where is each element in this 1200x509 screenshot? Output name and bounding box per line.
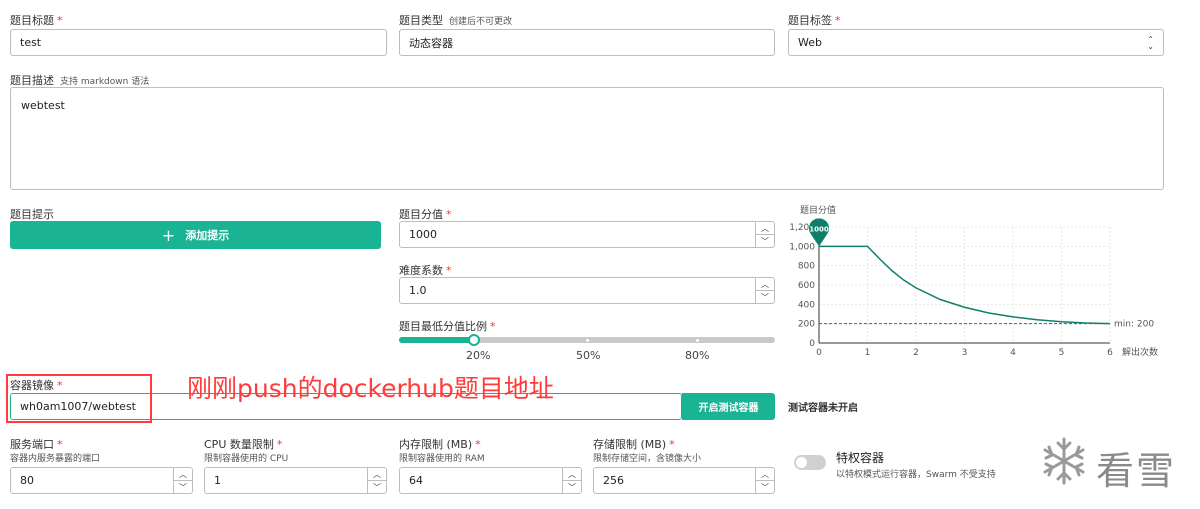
description-label: 题目描述 支持 markdown 语法 bbox=[10, 74, 150, 87]
y-tick-label: 600 bbox=[798, 281, 815, 291]
min-ratio-label: 题目最低分值比例 * bbox=[399, 320, 496, 333]
slider-step-dot bbox=[696, 339, 699, 342]
port-label: 服务端口 * bbox=[10, 438, 63, 451]
x-tick-label: 2 bbox=[913, 348, 919, 358]
slider-tick-label: 20% bbox=[466, 349, 491, 362]
chevron-up-icon[interactable]: ︿ bbox=[756, 222, 774, 235]
plus-icon: + bbox=[161, 225, 176, 245]
memory-label: 内存限制 (MB) * bbox=[399, 438, 481, 451]
add-hint-button[interactable]: + 添加提示 bbox=[10, 221, 381, 249]
start-test-container-button[interactable]: 开启测试容器 bbox=[682, 393, 775, 420]
tag-select[interactable]: Web ⌃ ⌄ bbox=[788, 29, 1164, 56]
port-stepper[interactable]: ︿ ﹀ bbox=[173, 468, 192, 493]
cpu-input[interactable]: 1 ︿ ﹀ bbox=[204, 467, 387, 494]
storage-sublabel: 限制存储空间，含镜像大小 bbox=[593, 454, 702, 464]
privileged-label: 特权容器 bbox=[836, 451, 885, 465]
x-axis-label: 解出次数 bbox=[1122, 346, 1158, 358]
snowflake-icon bbox=[1043, 437, 1085, 485]
difficulty-label: 难度系数 * bbox=[399, 264, 452, 277]
marker-label: 1000 bbox=[809, 225, 829, 233]
x-tick-label: 6 bbox=[1107, 348, 1113, 358]
storage-label: 存储限制 (MB) * bbox=[593, 438, 675, 451]
kanxue-logo bbox=[1036, 433, 1092, 492]
y-tick-label: 200 bbox=[798, 320, 815, 330]
chevron-down-icon[interactable]: ﹀ bbox=[174, 481, 192, 493]
select-arrows-icon: ⌃ ⌄ bbox=[1147, 35, 1154, 51]
memory-input[interactable]: 64 ︿ ﹀ bbox=[399, 467, 582, 494]
port-input[interactable]: 80 ︿ ﹀ bbox=[10, 467, 193, 494]
storage-input[interactable]: 256 ︿ ﹀ bbox=[593, 467, 775, 494]
chevron-down-icon[interactable]: ﹀ bbox=[756, 291, 774, 303]
type-input[interactable]: 动态容器 bbox=[399, 29, 775, 56]
chevron-down-icon[interactable]: ﹀ bbox=[368, 481, 386, 493]
score-input[interactable]: 1000 ︿ ﹀ bbox=[399, 221, 775, 248]
min-line-label: min: 200 bbox=[1114, 320, 1154, 330]
memory-stepper[interactable]: ︿ ﹀ bbox=[562, 468, 581, 493]
storage-stepper[interactable]: ︿ ﹀ bbox=[755, 468, 774, 493]
type-label: 题目类型 创建后不可更改 bbox=[399, 14, 513, 27]
chevron-up-icon[interactable]: ︿ bbox=[756, 468, 774, 481]
title-input[interactable]: test bbox=[10, 29, 387, 56]
chevron-down-icon[interactable]: ﹀ bbox=[563, 481, 581, 493]
memory-sublabel: 限制容器使用的 RAM bbox=[399, 454, 485, 464]
tag-label: 题目标签 * bbox=[788, 14, 841, 27]
cpu-label: CPU 数量限制 * bbox=[204, 438, 283, 451]
x-tick-label: 4 bbox=[1010, 348, 1016, 358]
slider-fill bbox=[399, 337, 475, 343]
chevron-up-icon[interactable]: ︿ bbox=[756, 278, 774, 291]
score-label: 题目分值 * bbox=[399, 208, 452, 221]
x-tick-label: 1 bbox=[865, 348, 871, 358]
annotation-box bbox=[6, 374, 152, 423]
slider-tick-label: 80% bbox=[685, 349, 710, 362]
cpu-stepper[interactable]: ︿ ﹀ bbox=[367, 468, 386, 493]
test-container-status: 测试容器未开启 bbox=[788, 403, 858, 414]
y-tick-label: 0 bbox=[809, 339, 815, 349]
title-label: 题目标题 * bbox=[10, 14, 63, 27]
y-tick-label: 400 bbox=[798, 300, 815, 310]
cpu-sublabel: 限制容器使用的 CPU bbox=[204, 454, 289, 464]
annotation-text: 刚刚push的dockerhub题目地址 bbox=[187, 374, 554, 403]
slider-tick-label: 50% bbox=[576, 349, 601, 362]
chevron-up-icon[interactable]: ︿ bbox=[368, 468, 386, 481]
chevron-down-icon[interactable]: ﹀ bbox=[756, 481, 774, 493]
chevron-down-icon[interactable]: ﹀ bbox=[756, 235, 774, 247]
min-ratio-slider[interactable] bbox=[399, 334, 775, 346]
x-tick-label: 3 bbox=[962, 348, 968, 358]
slider-thumb[interactable] bbox=[468, 334, 481, 346]
difficulty-stepper[interactable]: ︿ ﹀ bbox=[755, 278, 774, 303]
y-tick-label: 1,000 bbox=[789, 242, 815, 252]
chevron-up-icon[interactable]: ︿ bbox=[174, 468, 192, 481]
privileged-sublabel: 以特权模式运行容器，Swarm 不受支持 bbox=[836, 470, 996, 480]
difficulty-input[interactable]: 1.0 ︿ ﹀ bbox=[399, 277, 775, 304]
watermark-text: 看雪 bbox=[1096, 449, 1177, 493]
score-chart: 题目分值02004006008001,0001,2000 1 2 3 4 5 6 解出次数mi… bbox=[789, 204, 1158, 358]
description-textarea[interactable]: webtest bbox=[10, 87, 1164, 190]
y-tick-label: 800 bbox=[798, 262, 815, 272]
chevron-up-icon[interactable]: ︿ bbox=[563, 468, 581, 481]
port-sublabel: 容器内服务暴露的端口 bbox=[10, 454, 101, 464]
chart-title: 题目分值 bbox=[800, 204, 836, 216]
score-stepper[interactable]: ︿ ﹀ bbox=[755, 222, 774, 247]
x-tick-label: 0 bbox=[816, 348, 822, 358]
hints-label: 题目提示 bbox=[10, 208, 54, 221]
x-tick-label: 5 bbox=[1059, 348, 1065, 358]
privileged-toggle[interactable] bbox=[794, 455, 826, 470]
toggle-knob bbox=[796, 457, 807, 468]
slider-step-dot bbox=[586, 339, 589, 342]
